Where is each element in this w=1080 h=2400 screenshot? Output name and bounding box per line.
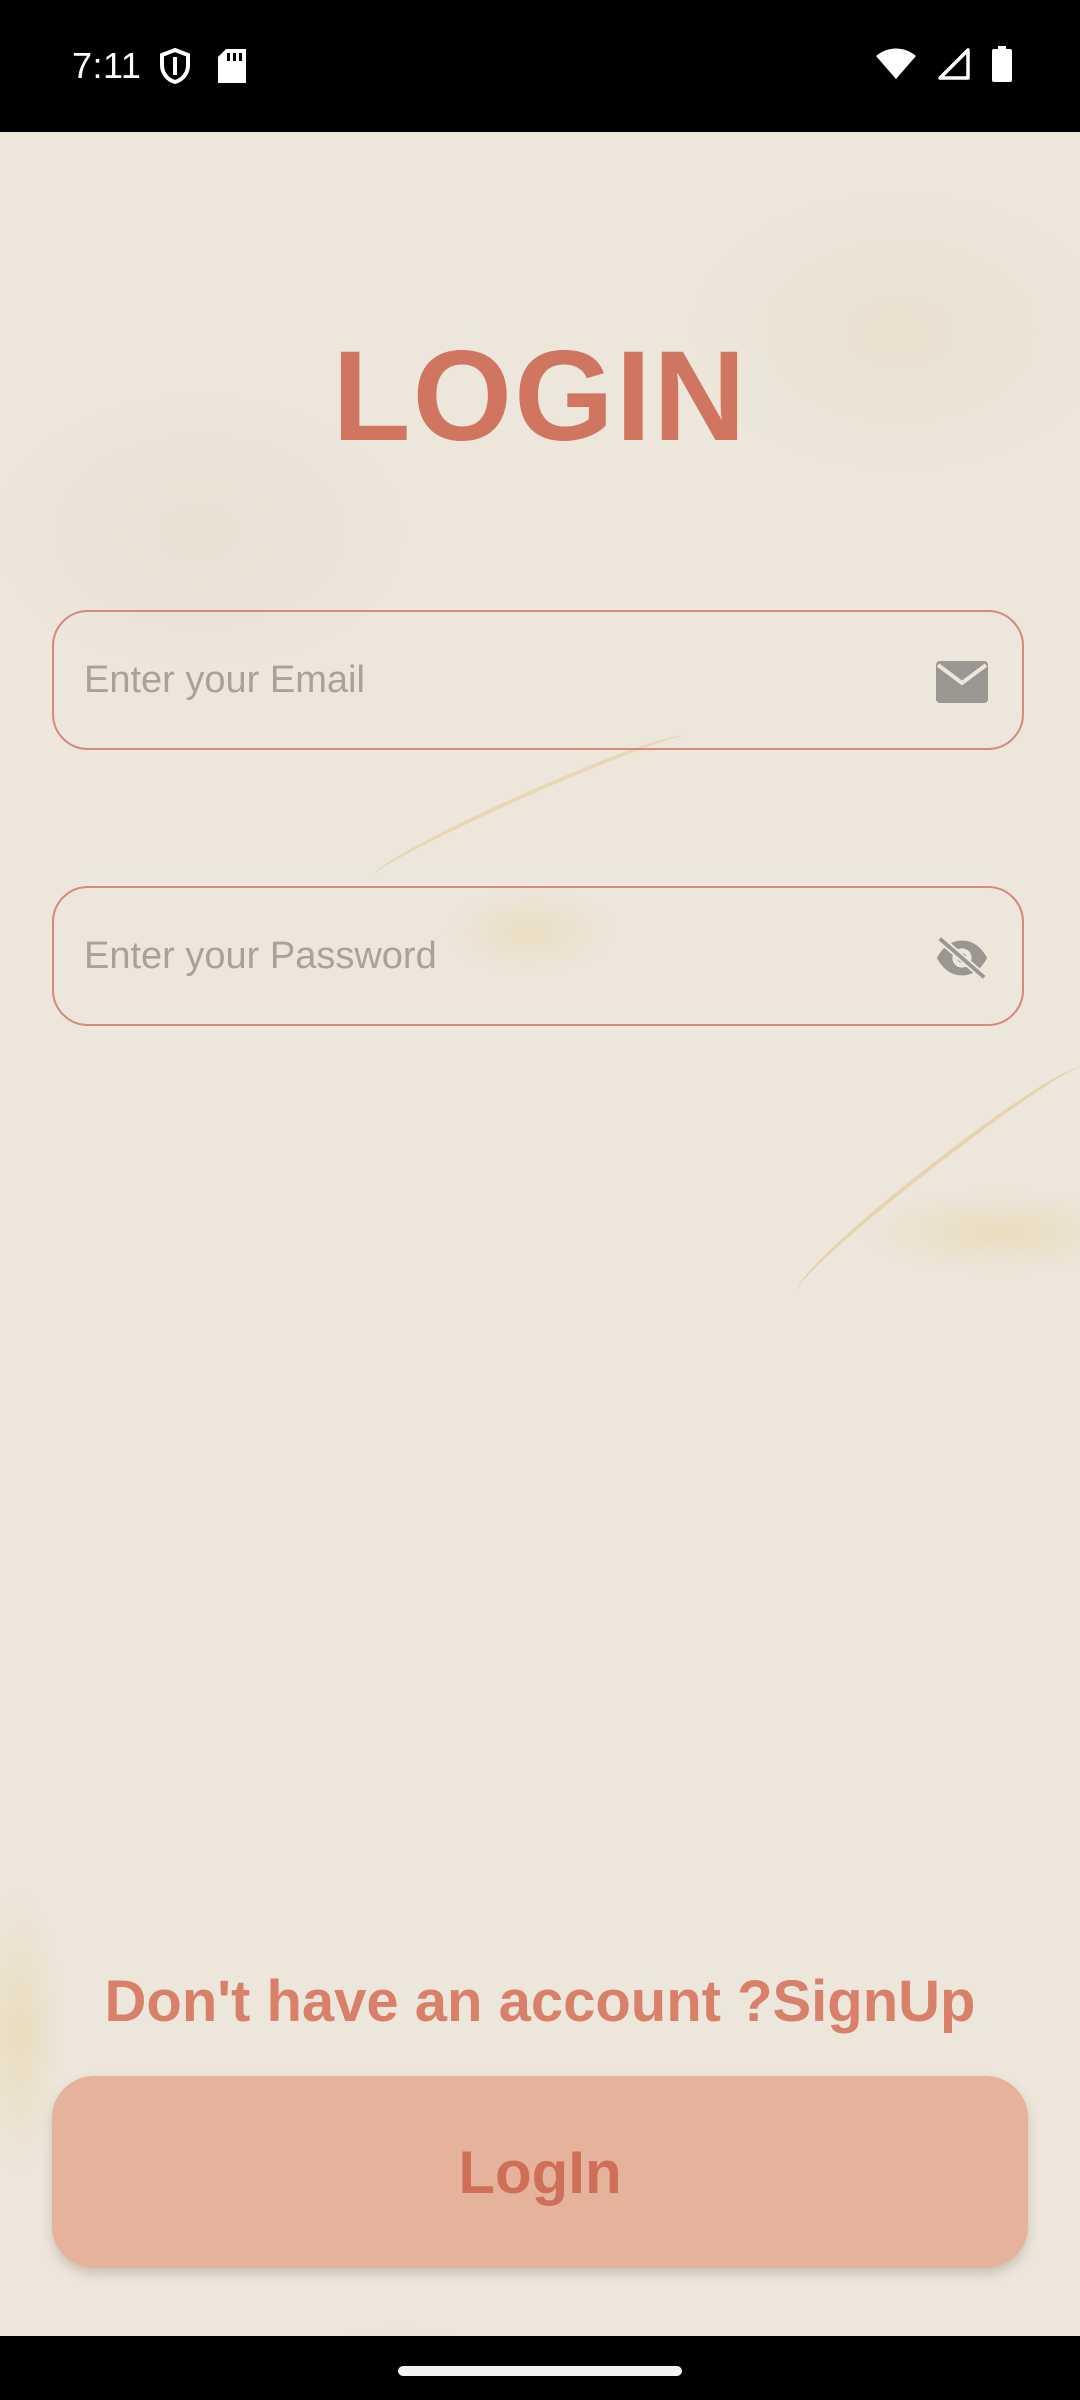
visibility-off-icon[interactable] <box>934 930 990 986</box>
signup-link[interactable]: SignUp <box>773 1969 976 2034</box>
mail-icon <box>934 654 990 710</box>
email-field[interactable] <box>52 610 1024 750</box>
login-button[interactable]: LogIn <box>52 2076 1028 2268</box>
password-field[interactable] <box>52 886 1024 1026</box>
battery-icon <box>992 46 1012 87</box>
status-right-icons <box>876 46 1012 87</box>
shield-icon <box>160 47 190 89</box>
status-time: 7:11 <box>72 45 142 86</box>
email-input[interactable] <box>84 612 904 748</box>
home-gesture-handle[interactable] <box>398 2366 682 2376</box>
password-input[interactable] <box>84 888 904 1024</box>
signup-prompt-row: Don't have an account ?SignUp <box>0 1962 1080 2042</box>
wifi-icon <box>876 48 916 85</box>
page-title: LOGIN <box>332 325 748 468</box>
login-screen: LOGIN Don't have an account ?SignUp LogI… <box>0 132 1080 2336</box>
sd-card-icon <box>218 49 246 88</box>
status-bar: 7:11 <box>0 0 1080 132</box>
signup-prompt-text: Don't have an account ? <box>104 1969 773 2034</box>
paper-texture-2 <box>787 1054 1080 1304</box>
cell-signal-icon <box>938 48 970 85</box>
status-left-icons <box>160 47 246 89</box>
navigation-bar <box>0 2336 1080 2400</box>
